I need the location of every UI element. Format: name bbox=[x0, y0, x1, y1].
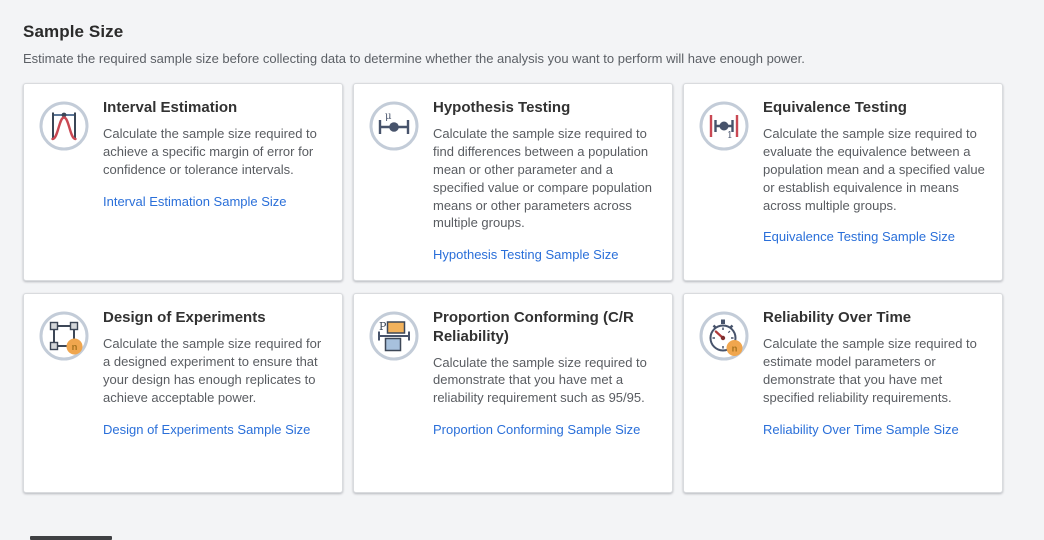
card-body: Reliability Over Time Calculate the samp… bbox=[763, 308, 988, 439]
svg-text:n: n bbox=[732, 344, 738, 355]
svg-text:μ: μ bbox=[385, 111, 392, 122]
design-of-experiments-sample-size-link[interactable]: Design of Experiments Sample Size bbox=[103, 422, 310, 437]
card-reliability-over-time[interactable]: n Reliability Over Time Calculate the sa… bbox=[683, 293, 1003, 493]
card-proportion-conforming[interactable]: P Proportion Conforming (C/R Reliability… bbox=[353, 293, 673, 493]
proportion-conforming-sample-size-link[interactable]: Proportion Conforming Sample Size bbox=[433, 422, 640, 437]
card-body: Proportion Conforming (C/R Reliability) … bbox=[433, 308, 658, 439]
proportion-conforming-icon: P bbox=[368, 310, 420, 362]
equivalence-testing-icon: 1 bbox=[698, 100, 750, 152]
card-icon: n bbox=[38, 310, 90, 362]
card-hypothesis-testing[interactable]: μ Hypothesis Testing Calculate the sampl… bbox=[353, 83, 673, 281]
svg-text:P: P bbox=[379, 320, 387, 333]
hypothesis-testing-icon: μ bbox=[368, 100, 420, 152]
card-equivalence-testing[interactable]: 1 Equivalence Testing Calculate the samp… bbox=[683, 83, 1003, 281]
card-description: Calculate the sample size required to es… bbox=[763, 335, 988, 407]
reliability-over-time-sample-size-link[interactable]: Reliability Over Time Sample Size bbox=[763, 422, 959, 437]
card-title: Hypothesis Testing bbox=[433, 98, 658, 118]
card-description: Calculate the sample size required for a… bbox=[103, 335, 328, 407]
hypothesis-testing-sample-size-link[interactable]: Hypothesis Testing Sample Size bbox=[433, 247, 618, 262]
interval-estimation-icon bbox=[38, 100, 90, 152]
card-title: Equivalence Testing bbox=[763, 98, 988, 118]
card-title: Proportion Conforming (C/R Reliability) bbox=[433, 308, 658, 347]
page-subtitle: Estimate the required sample size before… bbox=[23, 51, 1044, 66]
card-title: Reliability Over Time bbox=[763, 308, 988, 328]
reliability-over-time-icon: n bbox=[698, 310, 750, 362]
card-icon: 1 bbox=[698, 100, 750, 152]
card-icon: P bbox=[368, 310, 420, 362]
card-body: Interval Estimation Calculate the sample… bbox=[103, 98, 328, 211]
sample-size-page: Sample Size Estimate the required sample… bbox=[0, 0, 1044, 540]
card-design-of-experiments[interactable]: n Design of Experiments Calculate the sa… bbox=[23, 293, 343, 493]
card-grid: Interval Estimation Calculate the sample… bbox=[23, 83, 1044, 493]
design-of-experiments-icon: n bbox=[38, 310, 90, 362]
card-body: Design of Experiments Calculate the samp… bbox=[103, 308, 328, 439]
card-icon bbox=[38, 100, 90, 152]
page-title: Sample Size bbox=[23, 22, 1044, 42]
card-icon: n bbox=[698, 310, 750, 362]
card-interval-estimation[interactable]: Interval Estimation Calculate the sample… bbox=[23, 83, 343, 281]
card-description: Calculate the sample size required to de… bbox=[433, 354, 658, 408]
interval-estimation-sample-size-link[interactable]: Interval Estimation Sample Size bbox=[103, 194, 287, 209]
screen-edge-artifact bbox=[30, 536, 112, 540]
card-description: Calculate the sample size required to fi… bbox=[433, 125, 658, 233]
equivalence-testing-sample-size-link[interactable]: Equivalence Testing Sample Size bbox=[763, 229, 955, 244]
svg-text:1: 1 bbox=[727, 131, 733, 141]
card-title: Interval Estimation bbox=[103, 98, 328, 118]
card-description: Calculate the sample size required to ev… bbox=[763, 125, 988, 215]
card-body: Hypothesis Testing Calculate the sample … bbox=[433, 98, 658, 264]
svg-text:n: n bbox=[72, 342, 78, 353]
card-icon: μ bbox=[368, 100, 420, 152]
card-title: Design of Experiments bbox=[103, 308, 328, 328]
card-body: Equivalence Testing Calculate the sample… bbox=[763, 98, 988, 246]
card-description: Calculate the sample size required to ac… bbox=[103, 125, 328, 179]
